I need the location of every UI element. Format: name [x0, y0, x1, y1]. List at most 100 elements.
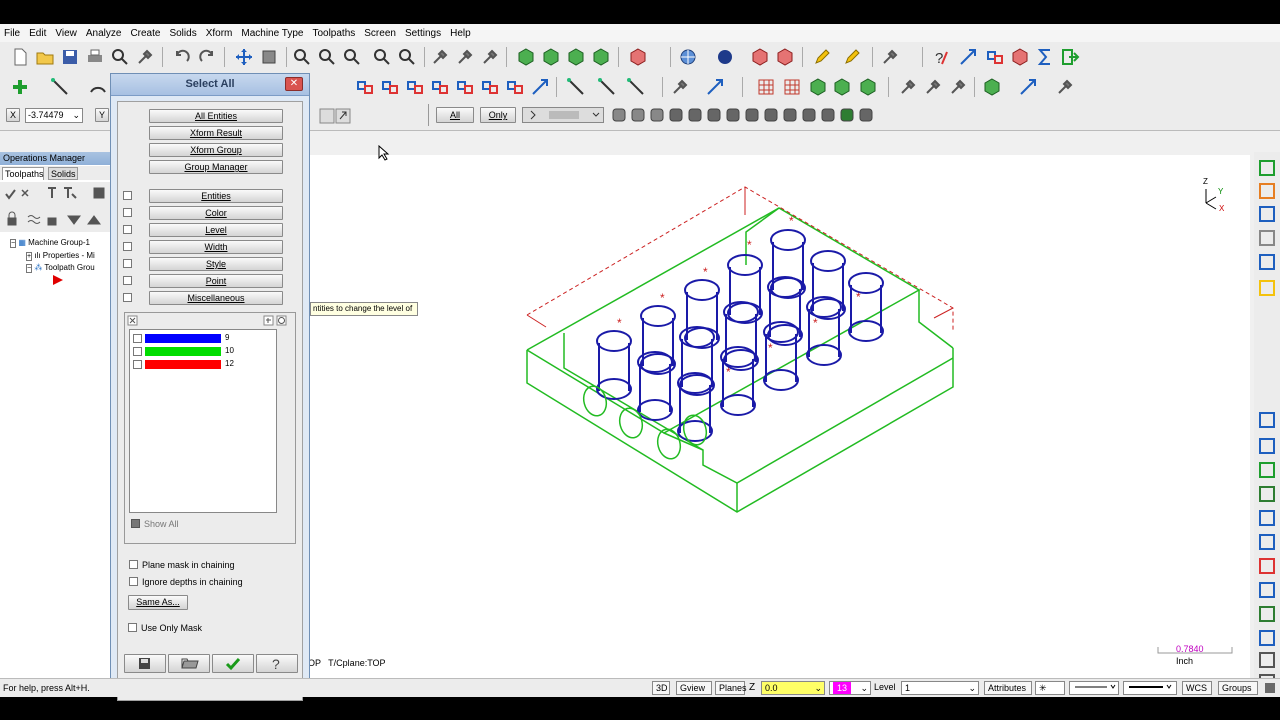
selection-mode-dropdown[interactable] — [522, 107, 604, 123]
side-hole[interactable] — [616, 406, 645, 441]
button-all-entities[interactable]: All Entities — [149, 109, 283, 123]
gview-button[interactable]: Gview — [676, 681, 712, 695]
select-drag-icon[interactable] — [762, 106, 780, 124]
rb-fillet-icon[interactable] — [1256, 436, 1278, 456]
button-xform-group[interactable]: Xform Group — [149, 143, 283, 157]
drill-tool-icon[interactable] — [880, 47, 900, 67]
chevron-down-icon[interactable]: ⌄ — [860, 682, 868, 694]
front-view-icon[interactable] — [566, 47, 586, 67]
wcs-button[interactable]: WCS — [1182, 681, 1212, 695]
menu-screen[interactable]: Screen — [360, 28, 400, 39]
chevron-down-icon[interactable]: ⌄ — [814, 682, 822, 694]
shaded-cube-icon[interactable] — [628, 47, 648, 67]
pan-icon[interactable] — [234, 47, 254, 67]
list-item[interactable]: 10 — [131, 346, 275, 357]
ok-button[interactable] — [212, 654, 254, 673]
xform-stretch-icon[interactable] — [505, 77, 525, 97]
rb-view-c-icon[interactable] — [1256, 204, 1278, 224]
tab-solids[interactable]: Solids — [48, 167, 78, 180]
extrude-icon[interactable] — [808, 77, 828, 97]
hole-marker-icon[interactable]: * — [768, 341, 773, 355]
hole-marker-icon[interactable]: * — [813, 316, 818, 330]
isometric-view-icon[interactable] — [516, 47, 536, 67]
x-coord-input[interactable]: -3.74479 ⌄ — [25, 108, 83, 123]
rb-solid-add-icon[interactable] — [1256, 460, 1278, 480]
open-mask-button[interactable] — [168, 654, 210, 673]
stock-corner[interactable] — [933, 307, 954, 319]
hole-bottom[interactable] — [806, 344, 842, 366]
select-only-button[interactable]: Only — [480, 107, 516, 123]
trim-icon[interactable] — [985, 47, 1005, 67]
dialog-titlebar[interactable]: Select All ✕ — [111, 74, 309, 96]
xform-translate-icon[interactable] — [355, 77, 375, 97]
hole-marker-icon[interactable]: * — [856, 290, 861, 304]
level-checkbox[interactable] — [133, 360, 142, 369]
filter-checkbox-style[interactable] — [123, 259, 132, 268]
rb-view-d-icon[interactable] — [1256, 228, 1278, 248]
button-style[interactable]: Style — [149, 257, 283, 271]
rb-revolve-icon[interactable] — [1256, 508, 1278, 528]
hole-bottom[interactable] — [596, 378, 632, 400]
button-group-manager[interactable]: Group Manager — [149, 160, 283, 174]
close-button[interactable]: ✕ — [285, 77, 303, 91]
hole-top[interactable] — [727, 254, 763, 276]
tree-item-machine-group[interactable]: − ▦ Machine Group-1 — [10, 238, 90, 248]
rb-view-e-icon[interactable] — [1256, 252, 1278, 272]
hole-top[interactable] — [596, 330, 632, 352]
3d-button[interactable]: 3D — [652, 681, 670, 695]
exit-icon[interactable] — [1060, 47, 1080, 67]
rb-chamfer-icon[interactable] — [1256, 410, 1278, 430]
zoom-out-icon[interactable] — [372, 47, 392, 67]
open-folder-icon[interactable] — [35, 47, 55, 67]
eraser-icon[interactable] — [750, 47, 770, 67]
side-hole[interactable] — [580, 384, 609, 419]
stock-boundary[interactable] — [526, 186, 954, 330]
level-checkbox[interactable] — [133, 334, 142, 343]
menu-machine-type[interactable]: Machine Type — [237, 28, 307, 39]
xform-offset-icon[interactable] — [455, 77, 475, 97]
hole-marker-icon[interactable]: * — [726, 365, 731, 379]
box-icon[interactable] — [1010, 47, 1030, 67]
side-view-icon[interactable] — [591, 47, 611, 67]
redo-icon[interactable] — [197, 47, 217, 67]
hole-marker-icon[interactable]: * — [617, 316, 622, 330]
rb-shell-icon[interactable] — [1256, 556, 1278, 576]
repaint-icon[interactable] — [430, 47, 450, 67]
selection-cursor-icon[interactable] — [648, 106, 666, 124]
rb-boolean-icon[interactable] — [1256, 580, 1278, 600]
grid-table-icon[interactable] — [756, 77, 776, 97]
list-item[interactable]: 9 — [131, 333, 275, 344]
button-entities[interactable]: Entities — [149, 189, 283, 203]
part-corner[interactable] — [918, 290, 954, 349]
hole-marker-icon[interactable]: * — [789, 214, 794, 228]
color-selector[interactable]: 13 ⌄ — [829, 681, 871, 695]
zoom-target-icon[interactable] — [317, 47, 337, 67]
hole-top[interactable] — [810, 250, 846, 272]
menu-analyze[interactable]: Analyze — [82, 28, 126, 39]
solid-cube-icon[interactable] — [858, 77, 878, 97]
hole-top[interactable] — [640, 305, 676, 327]
solid-back-icon[interactable] — [724, 106, 742, 124]
coord-tools-icon[interactable] — [318, 107, 352, 125]
xform-scale-icon[interactable] — [430, 77, 450, 97]
list-item[interactable]: 12 — [131, 359, 275, 370]
selection-arrow-icon[interactable] — [629, 106, 647, 124]
modify-length-icon[interactable] — [626, 77, 646, 97]
same-as-button[interactable]: Same As... — [128, 595, 188, 610]
wcs-globe-icon[interactable] — [678, 47, 698, 67]
menu-file[interactable]: File — [0, 28, 24, 39]
hole-marker-icon[interactable]: * — [703, 265, 708, 279]
hole-bottom[interactable] — [848, 320, 884, 342]
create-arc-icon[interactable] — [88, 77, 108, 97]
fit-screen-icon[interactable] — [259, 47, 279, 67]
graphics-viewport[interactable]: * * * * * * * * * ntities to change the level of… — [308, 144, 1250, 679]
rb-solid-cut-icon[interactable] — [1256, 484, 1278, 504]
sigma-icon[interactable] — [1035, 47, 1055, 67]
break-icon[interactable] — [566, 77, 586, 97]
solid-edge-icon[interactable] — [686, 106, 704, 124]
part-model-drawing[interactable]: * * * * * * * * * — [310, 155, 1250, 679]
use-only-mask-checkbox[interactable] — [128, 623, 137, 632]
xform-rotate-icon[interactable] — [380, 77, 400, 97]
hole-top[interactable] — [684, 279, 720, 301]
verify-icon[interactable] — [982, 77, 1002, 97]
